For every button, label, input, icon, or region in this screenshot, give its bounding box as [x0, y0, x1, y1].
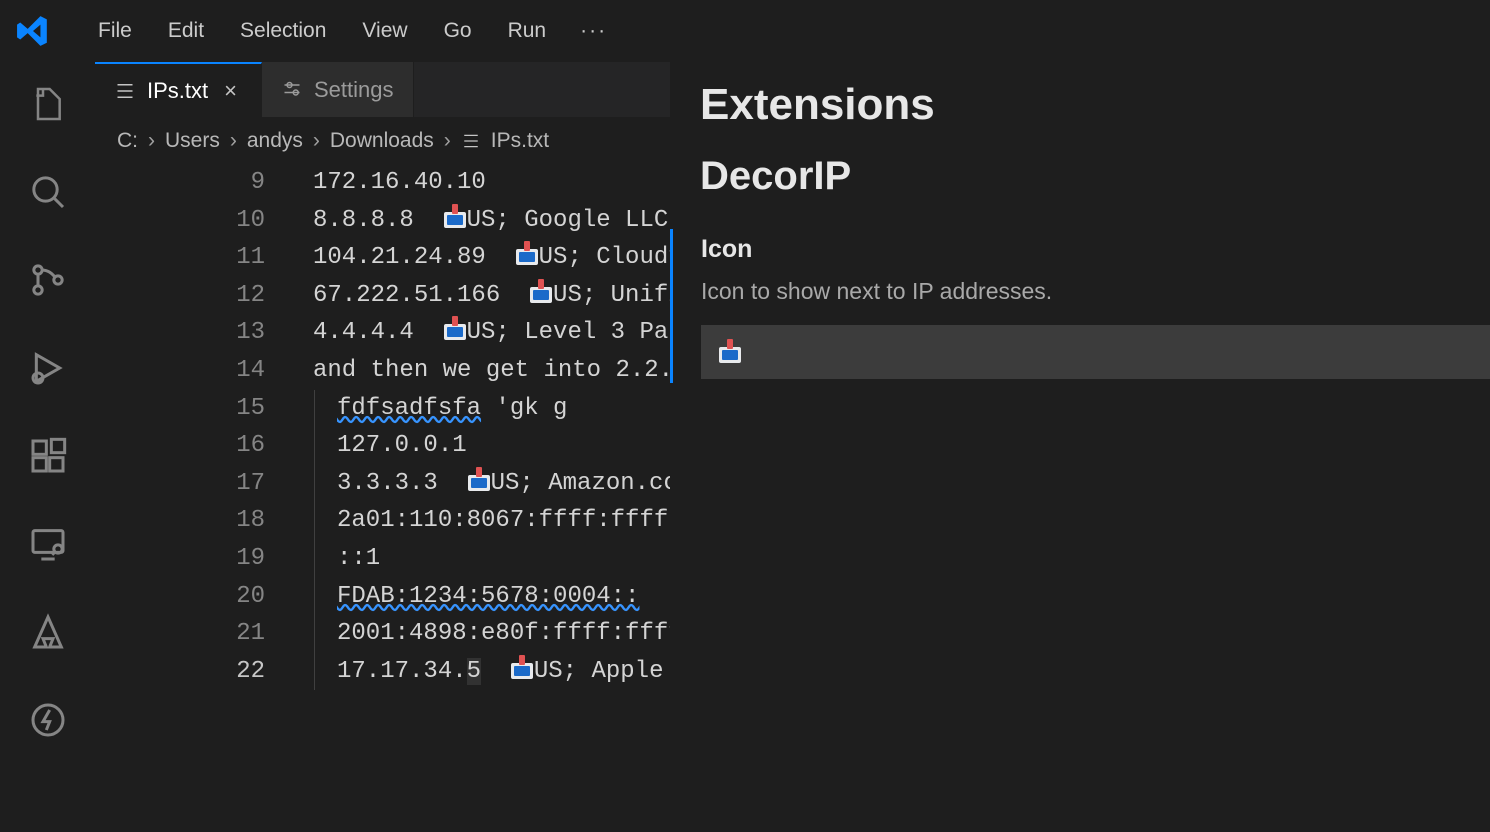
decorip-icon: [530, 281, 552, 303]
line-number: 14: [95, 352, 265, 390]
close-icon[interactable]: ×: [220, 78, 241, 104]
chevron-right-icon: ›: [313, 129, 320, 153]
sliders-icon: [282, 80, 302, 100]
line-number: 9: [95, 164, 265, 202]
menu-go[interactable]: Go: [426, 19, 490, 43]
line-number: 19: [95, 540, 265, 578]
crumb-file[interactable]: IPs.txt: [491, 129, 549, 153]
decorip-icon: [511, 657, 533, 679]
code-line[interactable]: 127.0.0.1: [313, 427, 670, 465]
breadcrumb[interactable]: C: › Users › andys › Downloads › IPs.txt: [95, 118, 670, 164]
action-icon[interactable]: [24, 696, 72, 744]
setting-icon: Icon Icon to show next to IP addresses.: [670, 229, 1490, 383]
crumb-downloads[interactable]: Downloads: [330, 129, 434, 153]
code-line[interactable]: and then we get into 2.2.2.2: [313, 352, 670, 390]
code-line[interactable]: 104.21.24.89 US; Cloudflar: [313, 239, 670, 277]
decorip-icon: [719, 341, 741, 363]
editor-group: IPs.txt × Settings C: › Users › andys › …: [95, 62, 670, 832]
file-lines-icon: [461, 132, 481, 150]
menu-selection[interactable]: Selection: [222, 19, 344, 43]
settings-panel: Extensions DecorIP Icon Icon to show nex…: [670, 62, 1490, 832]
line-number: 16: [95, 427, 265, 465]
menu-run[interactable]: Run: [490, 19, 565, 43]
settings-header: Extensions: [670, 72, 1490, 154]
decorip-icon: [516, 243, 538, 265]
text-editor[interactable]: 910111213141516171819202122 172.16.40.10…: [95, 164, 670, 832]
tab-label: Settings: [314, 77, 394, 103]
tab-label: IPs.txt: [147, 78, 208, 104]
decorip-icon: [468, 469, 490, 491]
line-number: 15: [95, 390, 265, 428]
tab-ips-txt[interactable]: IPs.txt ×: [95, 62, 262, 117]
code-line[interactable]: 3.3.3.3 US; Amazon.com, Inc.: [313, 465, 670, 503]
menu-bar: File Edit Selection View Go Run ···: [0, 0, 1490, 62]
line-number: 22: [95, 653, 265, 691]
file-lines-icon: [115, 81, 135, 101]
code-line[interactable]: 4.4.4.4 US; Level 3 Parent: [313, 314, 670, 352]
menu-edit[interactable]: Edit: [150, 19, 222, 43]
explorer-icon[interactable]: [24, 80, 72, 128]
setting-title: Icon: [701, 235, 1490, 264]
code-line[interactable]: 172.16.40.10: [313, 164, 670, 202]
crumb-root[interactable]: C:: [117, 129, 138, 153]
crumb-users[interactable]: Users: [165, 129, 220, 153]
code-line[interactable]: FDAB:1234:5678:0004::: [313, 578, 670, 616]
settings-section: DecorIP: [670, 154, 1490, 229]
run-debug-icon[interactable]: [24, 344, 72, 392]
code-line[interactable]: 8.8.8.8 US; Google LLC: [313, 202, 670, 240]
remote-explorer-icon[interactable]: [24, 520, 72, 568]
editor-content[interactable]: 172.16.40.108.8.8.8 US; Google LLC104.21…: [313, 164, 670, 690]
line-number: 20: [95, 578, 265, 616]
line-number: 18: [95, 502, 265, 540]
code-line[interactable]: fdfsadfsfa 'gk g: [313, 390, 670, 428]
line-number: 13: [95, 314, 265, 352]
line-number-gutter: 910111213141516171819202122: [95, 164, 295, 690]
activity-bar: [0, 62, 95, 832]
code-line[interactable]: ::1: [313, 540, 670, 578]
code-line[interactable]: 2001:4898:e80f:ffff:ffff:ffff:ffff:ffff …: [313, 615, 670, 653]
menu-view[interactable]: View: [344, 19, 425, 43]
crumb-andys[interactable]: andys: [247, 129, 303, 153]
line-number: 21: [95, 615, 265, 653]
line-number: 12: [95, 277, 265, 315]
setting-description: Icon to show next to IP addresses.: [701, 278, 1490, 305]
chevron-right-icon: ›: [230, 129, 237, 153]
decorip-icon: [444, 206, 466, 228]
code-line[interactable]: 17.17.34.5 US; Apple Inc.: [313, 653, 670, 691]
menu-more-icon[interactable]: ···: [564, 19, 623, 43]
azure-icon[interactable]: [24, 608, 72, 656]
decorip-icon: [444, 318, 466, 340]
setting-icon-input[interactable]: [701, 325, 1490, 379]
line-number: 11: [95, 239, 265, 277]
search-icon[interactable]: [24, 168, 72, 216]
extensions-icon[interactable]: [24, 432, 72, 480]
tab-bar: IPs.txt × Settings: [95, 62, 670, 118]
source-control-icon[interactable]: [24, 256, 72, 304]
tab-settings[interactable]: Settings: [262, 62, 415, 117]
code-line[interactable]: 67.222.51.166 US; Unified: [313, 277, 670, 315]
command-center[interactable]: [920, 0, 1490, 16]
code-line[interactable]: 2a01:110:8067:ffff:ffff:ffff:ffff:ffff U…: [313, 502, 670, 540]
line-number: 17: [95, 465, 265, 503]
chevron-right-icon: ›: [444, 129, 451, 153]
chevron-right-icon: ›: [148, 129, 155, 153]
vscode-logo-icon: [16, 14, 50, 48]
line-number: 10: [95, 202, 265, 240]
menu-file[interactable]: File: [80, 19, 150, 43]
